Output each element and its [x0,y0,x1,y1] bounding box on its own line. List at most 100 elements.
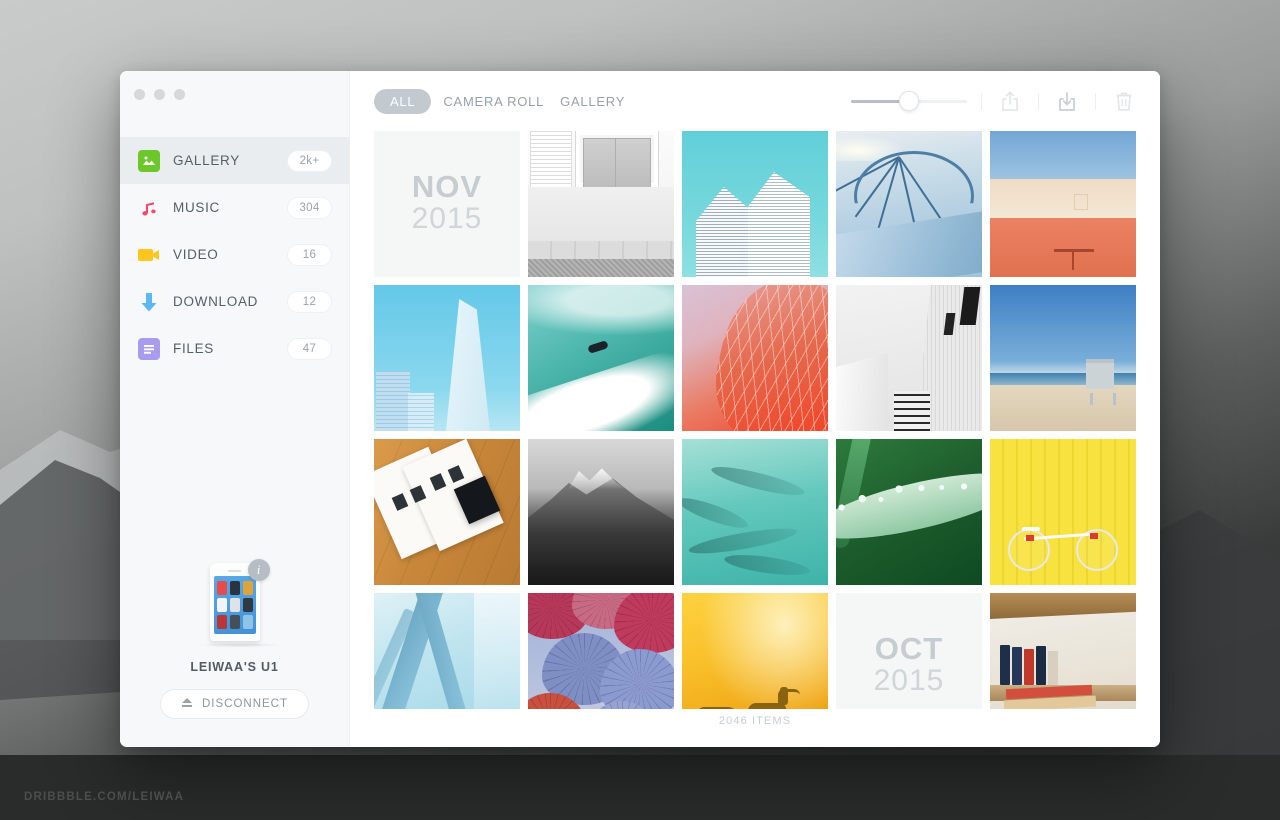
photo-grid: NOV 2015 OCT 2015 [374,131,1138,709]
photo-tile[interactable] [990,439,1136,585]
sidebar-item-label: MUSIC [173,200,220,215]
sidebar-item-music[interactable]: MUSIC 304 [120,184,349,231]
photo-thumbnail [682,131,828,277]
window-controls [120,71,349,117]
photo-tile[interactable] [374,285,520,431]
download-icon[interactable] [1053,87,1081,115]
toolbar-actions [851,87,1138,115]
photo-thumbnail [836,439,982,585]
date-month: OCT [874,631,944,667]
phone-app-icon [242,615,253,629]
phone-app-icon [229,598,240,612]
photo-tile[interactable] [836,439,982,585]
device-thumbnail[interactable]: i [197,559,282,647]
download-arrow-icon [138,291,160,313]
photo-tile[interactable] [682,593,828,709]
photo-thumbnail [990,131,1136,277]
phone-app-icon [229,581,240,595]
sidebar-item-video[interactable]: VIDEO 16 [120,231,349,278]
filter-tabs: ALL CAMERA ROLL GALLERY [374,88,629,114]
photo-tile[interactable] [836,131,982,277]
photo-tile[interactable] [836,285,982,431]
app-window: GALLERY 2k+ MUSIC 304 VIDEO 16 DOWNLOAD … [120,71,1160,747]
phone-app-icon [242,598,253,612]
phone-app-icon [216,598,227,612]
sidebar-item-label: FILES [173,341,215,356]
close-button[interactable] [134,88,145,100]
photo-thumbnail [528,131,674,277]
photo-tile[interactable] [374,593,520,709]
sidebar-item-gallery[interactable]: GALLERY 2k+ [120,137,349,184]
sidebar: GALLERY 2k+ MUSIC 304 VIDEO 16 DOWNLOAD … [120,71,350,747]
slider-thumb[interactable] [899,91,919,111]
minimize-button[interactable] [154,88,165,100]
disconnect-button[interactable]: DISCONNECT [159,689,310,719]
sidebar-item-badge: 304 [287,196,332,219]
phone-app-icon [229,615,240,629]
tab-gallery[interactable]: GALLERY [556,94,629,109]
desktop-background: GALLERY 2k+ MUSIC 304 VIDEO 16 DOWNLOAD … [0,0,1280,820]
files-icon [138,337,160,360]
toolbar: ALL CAMERA ROLL GALLERY [350,71,1160,131]
phone-app-icon [216,615,227,629]
photo-tile[interactable] [990,285,1136,431]
date-year: 2015 [411,202,483,236]
photo-tile[interactable] [528,593,674,709]
connected-device-panel: i LEIWAA'S U1 DISCONNECT [120,559,349,747]
zoom-button[interactable] [174,88,185,100]
photo-tile[interactable] [374,439,520,585]
item-count: 2046 ITEMS [718,715,792,727]
photo-tile[interactable] [528,285,674,431]
photo-tile[interactable] [682,439,828,585]
photo-thumbnail [990,593,1136,709]
thumbnail-size-slider[interactable] [851,91,967,111]
device-shadow [197,643,282,647]
photo-tile[interactable] [990,131,1136,277]
sidebar-item-badge: 16 [287,243,332,266]
music-note-icon [138,197,160,219]
phone-speaker [228,570,241,572]
sidebar-item-badge: 2k+ [287,149,332,172]
photo-thumbnail [528,593,674,709]
photo-tile[interactable] [682,285,828,431]
image-icon [138,149,160,172]
photo-tile[interactable] [682,131,828,277]
sidebar-item-badge: 47 [287,337,332,360]
photo-tile[interactable] [528,439,674,585]
trash-icon[interactable] [1110,87,1138,115]
sidebar-item-label: GALLERY [173,153,240,168]
photo-tile[interactable] [990,593,1136,709]
photo-tile[interactable] [528,131,674,277]
sidebar-item-files[interactable]: FILES 47 [120,325,349,372]
share-icon[interactable] [996,87,1024,115]
photo-thumbnail [990,285,1136,431]
photo-thumbnail [374,593,520,709]
tab-all[interactable]: ALL [374,88,432,114]
sidebar-item-download[interactable]: DOWNLOAD 12 [120,278,349,325]
toolbar-divider [981,92,982,110]
sidebar-nav: GALLERY 2k+ MUSIC 304 VIDEO 16 DOWNLOAD … [120,137,349,372]
gallery-footer: 2046 ITEMS [350,709,1160,747]
photo-thumbnail [374,439,520,585]
gallery-scroll-area[interactable]: NOV 2015 OCT 2015 [350,131,1160,709]
photo-thumbnail [682,439,828,585]
phone-app-icon [216,581,227,595]
main-content: ALL CAMERA ROLL GALLERY NOV 2015 OCT 201… [350,71,1160,747]
date-separator-tile[interactable]: OCT 2015 [836,593,982,709]
disconnect-label: DISCONNECT [201,698,289,710]
toolbar-divider [1038,92,1039,110]
date-separator-tile[interactable]: NOV 2015 [374,131,520,277]
photo-thumbnail [682,593,828,709]
photo-thumbnail [374,285,520,431]
sidebar-item-badge: 12 [287,290,332,313]
video-camera-icon [138,244,160,266]
photo-thumbnail [528,285,674,431]
info-icon[interactable]: i [247,559,270,581]
sidebar-item-label: DOWNLOAD [173,294,259,309]
sidebar-item-label: VIDEO [173,247,219,262]
date-month: NOV [411,169,483,205]
photo-thumbnail [836,131,982,277]
watermark: DRIBBBLE.COM/LEIWAA [24,791,185,803]
tab-camera-roll[interactable]: CAMERA ROLL [439,94,548,109]
photo-thumbnail [528,439,674,585]
